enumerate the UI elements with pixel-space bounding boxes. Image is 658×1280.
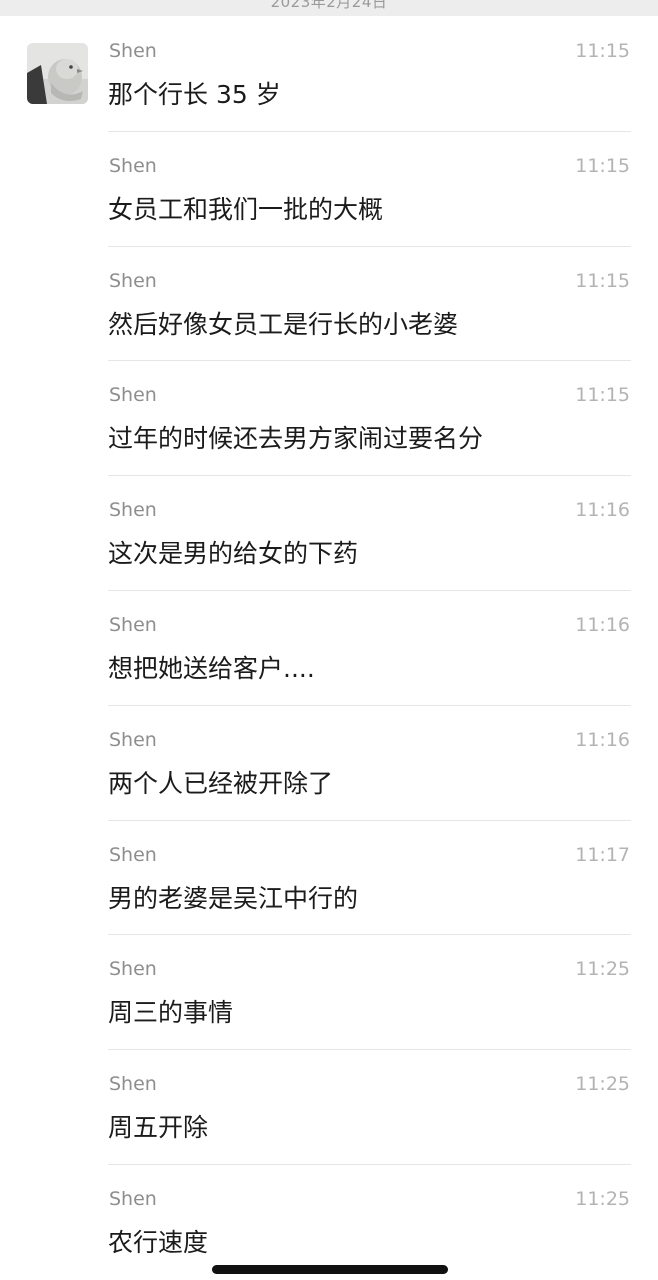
message-time: 11:16 bbox=[575, 499, 630, 522]
message-time: 11:16 bbox=[575, 613, 630, 636]
message-sender: Shen bbox=[109, 613, 157, 636]
message-text: 男的老婆是吴江中行的 bbox=[108, 883, 359, 913]
message-text: 过年的时候还去男方家闹过要名分 bbox=[108, 424, 484, 454]
message-sender: Shen bbox=[109, 154, 157, 177]
message-time: 11:25 bbox=[575, 958, 630, 981]
message-time: 11:17 bbox=[575, 843, 630, 866]
message-list: Shen 11:15 那个行长 35 岁 Shen 11:15 女员工和我们一批的大概 Sh… bbox=[0, 17, 658, 1280]
message-sender: Shen bbox=[109, 499, 157, 522]
message-sender: Shen bbox=[109, 728, 157, 751]
message-item[interactable]: Shen 11:15 那个行长 35 岁 bbox=[0, 17, 658, 132]
message-text: 两个人已经被开除了 bbox=[108, 768, 334, 798]
message-text: 周三的事情 bbox=[108, 998, 234, 1028]
message-time: 11:16 bbox=[575, 728, 630, 751]
message-time: 11:15 bbox=[575, 40, 630, 62]
message-time: 11:25 bbox=[575, 1187, 630, 1210]
message-text: 想把她送给客户.... bbox=[108, 653, 315, 683]
message-item[interactable]: Shen 11:25 周三的事情 bbox=[0, 935, 658, 1051]
message-item[interactable]: Shen 11:25 周五开除 bbox=[0, 1050, 658, 1165]
message-sender: Shen bbox=[109, 958, 157, 981]
message-text: 那个行长 35 岁 bbox=[108, 80, 281, 109]
message-time: 11:25 bbox=[575, 1073, 630, 1096]
message-text: 女员工和我们一批的大概 bbox=[108, 194, 384, 224]
message-text: 然后好像女员工是行长的小老婆 bbox=[108, 309, 459, 339]
message-text: 农行速度 bbox=[108, 1227, 209, 1257]
message-item[interactable]: Shen 11:16 两个人已经被开除了 bbox=[0, 706, 658, 821]
message-time: 11:15 bbox=[575, 154, 630, 177]
message-sender: Shen bbox=[109, 384, 157, 407]
message-time: 11:15 bbox=[575, 269, 630, 292]
message-item[interactable]: Shen 11:16 这次是男的给女的下药 bbox=[0, 476, 658, 591]
message-item[interactable]: Shen 11:15 然后好像女员工是行长的小老婆 bbox=[0, 247, 658, 362]
message-item[interactable]: Shen 11:17 男的老婆是吴江中行的 bbox=[0, 821, 658, 936]
message-sender: Shen bbox=[109, 1187, 157, 1210]
message-text: 周五开除 bbox=[108, 1113, 209, 1143]
message-item[interactable]: Shen 11:15 过年的时候还去男方家闹过要名分 bbox=[0, 361, 658, 477]
date-header: 2023年2月24日 bbox=[270, 0, 388, 11]
message-sender: Shen bbox=[109, 40, 157, 62]
message-text: 这次是男的给女的下药 bbox=[108, 539, 359, 569]
message-time: 11:15 bbox=[575, 384, 630, 407]
message-sender: Shen bbox=[109, 269, 157, 292]
home-indicator[interactable] bbox=[212, 1265, 448, 1274]
message-item[interactable]: Shen 11:25 农行速度 bbox=[0, 1165, 658, 1280]
date-header-bar: 2023年2月24日 bbox=[0, 0, 658, 16]
message-item[interactable]: Shen 11:16 想把她送给客户.... bbox=[0, 591, 658, 706]
message-sender: Shen bbox=[109, 1073, 157, 1096]
message-sender: Shen bbox=[109, 843, 157, 866]
message-item[interactable]: Shen 11:15 女员工和我们一批的大概 bbox=[0, 132, 658, 247]
